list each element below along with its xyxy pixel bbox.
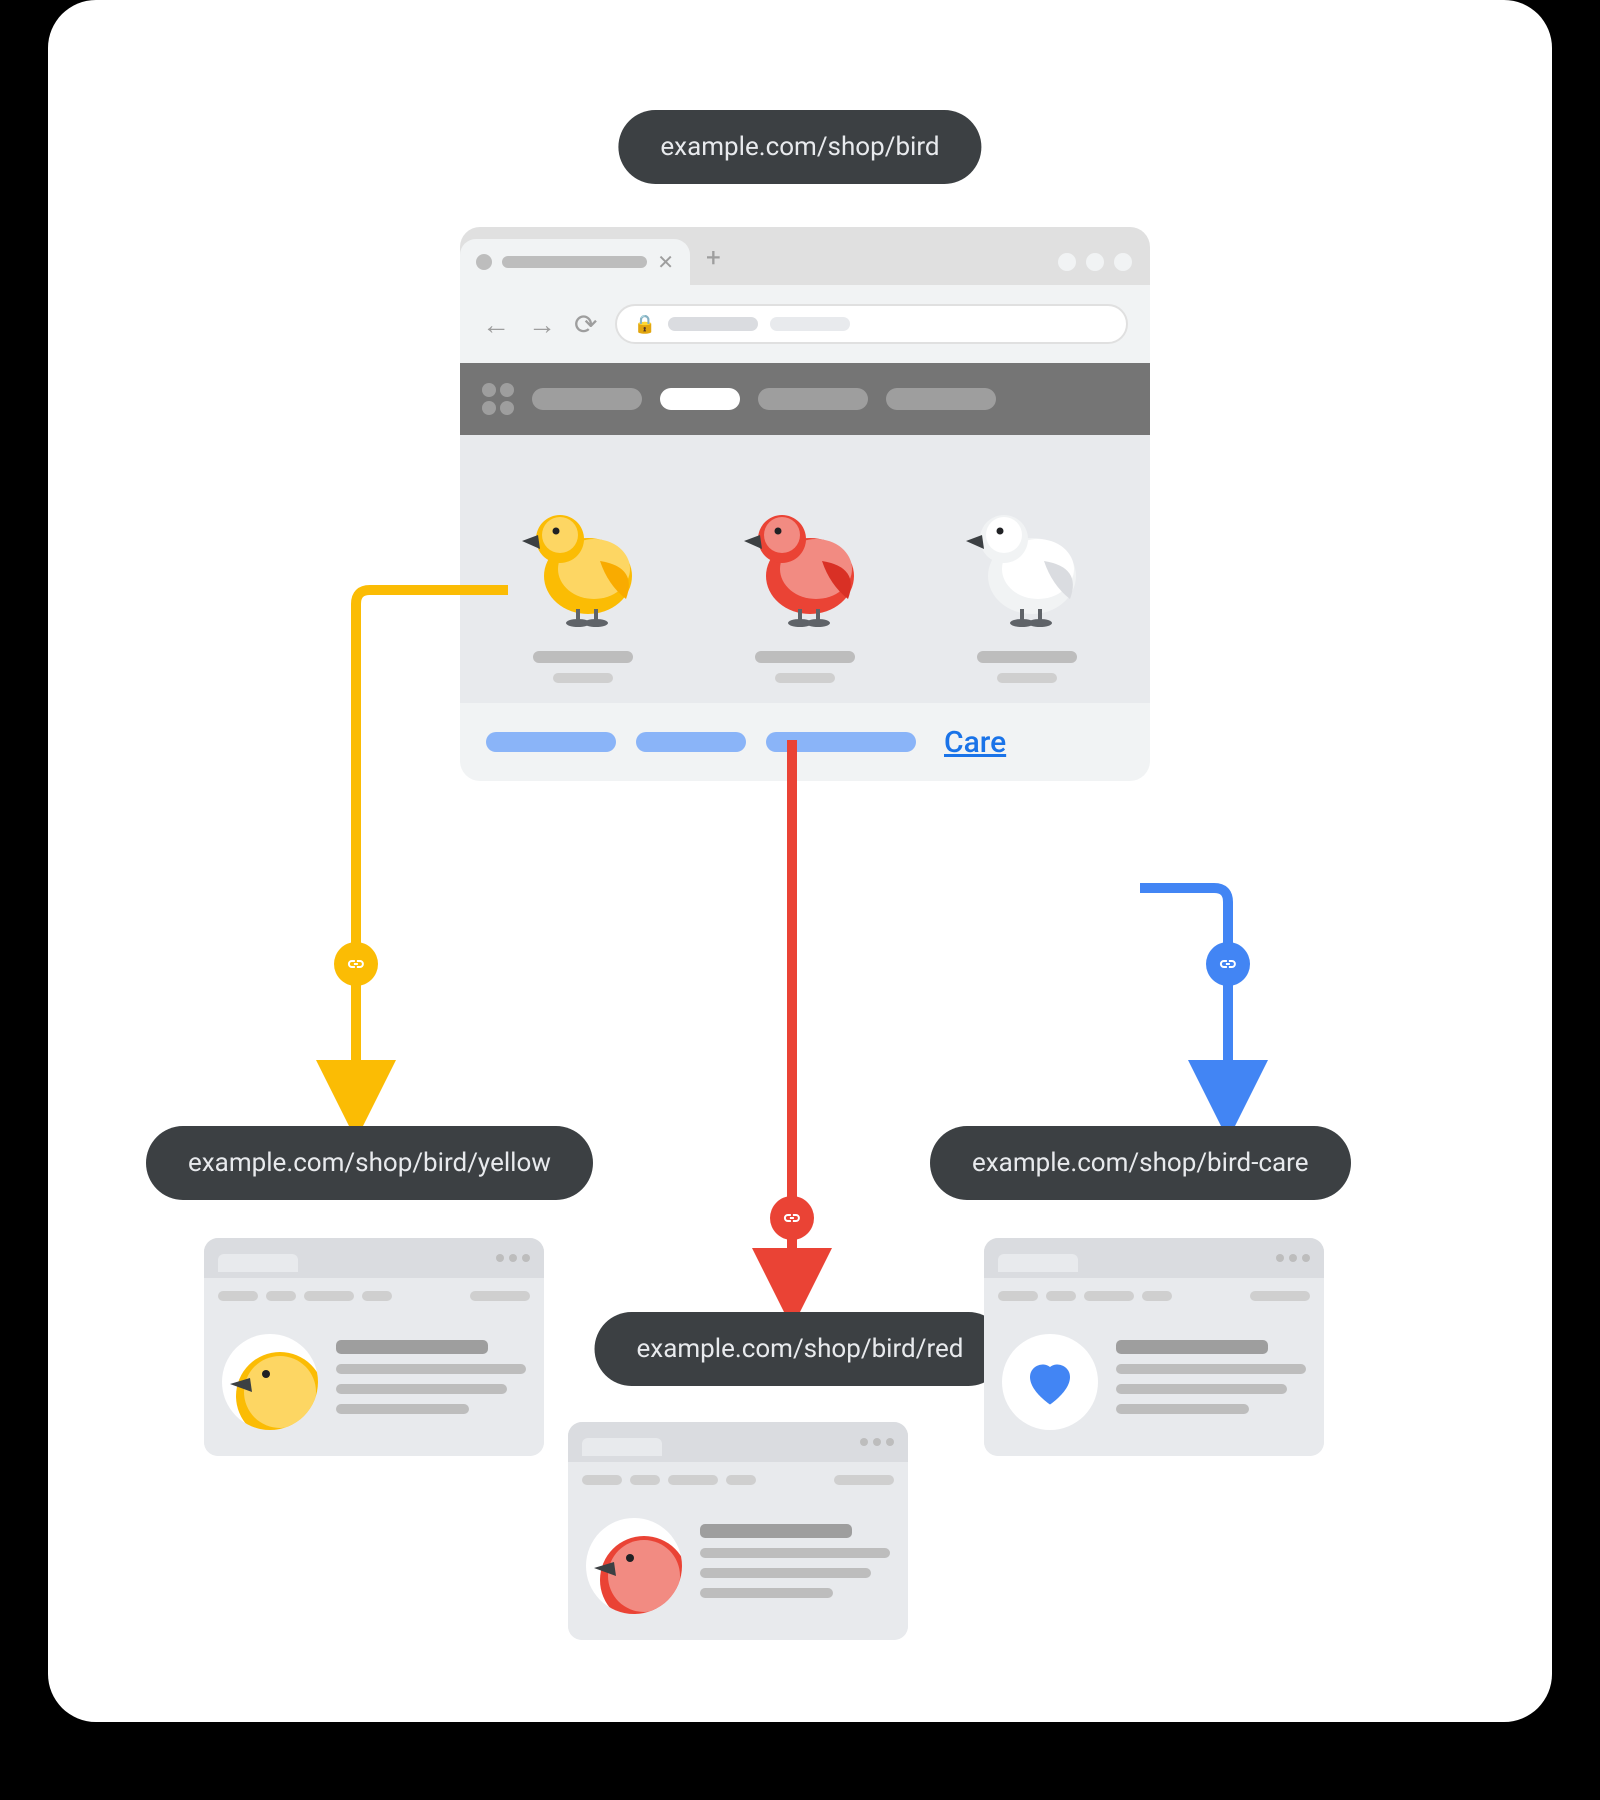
product-grid bbox=[460, 435, 1150, 703]
url-pill-care: example.com/shop/bird-care bbox=[930, 1126, 1351, 1200]
heart-avatar bbox=[1002, 1334, 1098, 1430]
window-controls bbox=[1058, 253, 1132, 271]
url-pill-yellow: example.com/shop/bird/yellow bbox=[146, 1126, 593, 1200]
forward-icon: → bbox=[528, 308, 556, 341]
link-icon bbox=[344, 952, 368, 976]
tab-strip: ✕ + bbox=[460, 227, 1150, 285]
heart-icon bbox=[1020, 1352, 1080, 1412]
link-badge-yellow bbox=[334, 942, 378, 986]
url-pill-red: example.com/shop/bird/red bbox=[595, 1312, 1006, 1386]
browser-window-main: ✕ + ← → ⟳ 🔒 bbox=[460, 227, 1150, 781]
lock-icon: 🔒 bbox=[633, 314, 655, 335]
site-logo-icon bbox=[482, 383, 514, 415]
back-icon: ← bbox=[482, 308, 510, 341]
close-tab-icon: ✕ bbox=[657, 250, 674, 274]
mini-browser-care bbox=[984, 1238, 1324, 1456]
reload-icon: ⟳ bbox=[574, 308, 597, 341]
link-icon bbox=[780, 1206, 804, 1230]
product-yellow-bird bbox=[488, 471, 678, 683]
link-badge-blue bbox=[1206, 942, 1250, 986]
mini-browser-red bbox=[568, 1422, 908, 1640]
product-white-bird bbox=[932, 471, 1122, 683]
link-icon bbox=[1216, 952, 1240, 976]
toolbar: ← → ⟳ 🔒 bbox=[460, 285, 1150, 363]
red-bird-avatar bbox=[586, 1518, 682, 1614]
yellow-bird-avatar bbox=[222, 1334, 318, 1430]
diagram-card: example.com/shop/bird ✕ + ← → ⟳ 🔒 bbox=[48, 0, 1552, 1722]
nav-item bbox=[886, 388, 996, 410]
new-tab-icon: + bbox=[706, 243, 721, 273]
tab-title-placeholder bbox=[502, 256, 647, 268]
footer-links: Care bbox=[460, 703, 1150, 781]
white-bird-icon bbox=[952, 481, 1102, 631]
favicon-placeholder bbox=[476, 254, 492, 270]
footer-link-placeholder bbox=[636, 732, 746, 752]
nav-item bbox=[758, 388, 868, 410]
product-red-bird bbox=[710, 471, 900, 683]
link-badge-red bbox=[770, 1196, 814, 1240]
nav-item-active bbox=[660, 388, 740, 410]
footer-link-placeholder bbox=[486, 732, 616, 752]
footer-link-placeholder bbox=[766, 732, 916, 752]
mini-browser-yellow bbox=[204, 1238, 544, 1456]
red-bird-icon bbox=[730, 481, 880, 631]
footer-care-link[interactable]: Care bbox=[944, 725, 1006, 760]
active-tab: ✕ bbox=[460, 239, 690, 285]
nav-item bbox=[532, 388, 642, 410]
site-navbar bbox=[460, 363, 1150, 435]
address-bar: 🔒 bbox=[615, 304, 1128, 344]
yellow-bird-icon bbox=[508, 481, 658, 631]
url-pill-parent: example.com/shop/bird bbox=[618, 110, 981, 184]
